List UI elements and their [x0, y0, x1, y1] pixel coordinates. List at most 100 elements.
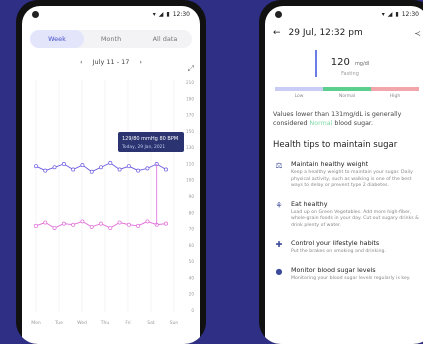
data-point — [52, 226, 57, 230]
x-tick-label: Thu — [100, 320, 110, 326]
range-bar-low — [275, 87, 323, 91]
data-point — [89, 224, 94, 229]
data-point — [71, 222, 76, 227]
tips-title: Health tips to maintain sugar — [273, 140, 398, 150]
prev-arrow-icon[interactable]: ‹ — [80, 58, 83, 66]
y-tick-label: 190 — [186, 96, 194, 101]
data-point — [126, 164, 131, 169]
right-phone: ▾ ◢ ▮ 12:30 ← 29 Jul, 12:32 pm ≺ 120 mg/… — [259, 0, 423, 344]
data-point — [136, 168, 141, 173]
data-point — [34, 164, 38, 169]
range-label-low: Low — [294, 94, 304, 99]
data-point — [80, 163, 85, 168]
tip-item[interactable]: ✚ Control your lifestyle habits Put the … — [273, 239, 421, 256]
data-point — [164, 167, 168, 172]
date-range-selector: ‹ July 11 - 17 › — [22, 58, 200, 66]
data-point — [89, 169, 94, 174]
signal-icon: ◢ — [158, 10, 164, 18]
tip-title: Monitor blood sugar levels — [291, 265, 376, 274]
data-point — [43, 220, 48, 225]
y-tick-label: 110 — [186, 161, 194, 166]
tip-text: Monitoring your blood sugar levels regul… — [291, 275, 411, 281]
range-label-high: High — [389, 94, 401, 99]
pill-icon: ✚ — [275, 240, 283, 249]
data-point — [145, 166, 150, 171]
data-point — [117, 220, 122, 225]
reading-unit: mg/dl — [354, 61, 370, 67]
tip-title: Eat healthy — [291, 199, 328, 208]
data-point — [71, 167, 76, 172]
camera-icon — [275, 10, 282, 18]
range-note-highlight: Normal — [309, 119, 333, 127]
y-tick-label: 210 — [186, 80, 194, 85]
tab-all-data[interactable]: All data — [138, 30, 192, 48]
wifi-icon: ▾ — [152, 10, 156, 18]
data-point — [126, 222, 131, 227]
tip-text: Load up on Green Vegetables. Add more hi… — [291, 209, 419, 228]
share-icon[interactable]: ≺ — [414, 29, 421, 38]
reading-context: Fasting — [341, 71, 359, 77]
battery-icon: ▮ — [395, 10, 399, 18]
right-screen: ▾ ◢ ▮ 12:30 ← 29 Jul, 12:32 pm ≺ 120 mg/… — [265, 6, 423, 344]
tip-title: Maintain healthy weight — [291, 160, 369, 168]
blood-pressure-chart: Mon Tue Wed Thu Fri Sat Sun 210 190 170 150 130 110 1… — [31, 80, 195, 326]
x-tick-label: Wed — [77, 320, 87, 326]
data-point — [43, 168, 48, 173]
tab-month[interactable]: Month — [84, 30, 138, 48]
data-point — [52, 165, 57, 170]
tip-item[interactable]: ⚘ Eat healthy Load up on Green Vegetable… — [273, 200, 421, 230]
status-bar: ▾ ◢ ▮ 12:30 — [22, 6, 200, 22]
x-tick-label: Tue — [54, 320, 63, 326]
y-tick-label: 170 — [186, 113, 194, 118]
range-label-normal: Normal — [338, 94, 356, 99]
data-point — [61, 221, 66, 226]
tip-text: Put the brakes on smoking and drinking. — [291, 249, 386, 254]
y-tick-label: 50 — [189, 259, 195, 264]
range-note: Values lower than 131mg/dL is generally … — [273, 111, 402, 127]
scale-icon: ⚖ — [275, 161, 283, 170]
camera-icon — [32, 10, 39, 18]
data-point — [108, 226, 113, 230]
signal-icon: ◢ — [387, 10, 393, 18]
wifi-icon: ▾ — [381, 10, 385, 18]
back-arrow-icon[interactable]: ← — [273, 28, 281, 38]
range-bar — [275, 87, 419, 91]
data-point — [61, 162, 66, 166]
next-arrow-icon[interactable]: › — [139, 58, 142, 66]
data-point — [145, 219, 150, 224]
x-tick-label: Mon — [31, 320, 41, 326]
y-tick-label: 20 — [189, 292, 195, 297]
tab-week[interactable]: Week — [30, 30, 84, 48]
tooltip-line2: Today, 29 Jan, 2021 — [121, 144, 165, 150]
expand-icon[interactable]: ⤢ — [188, 64, 194, 74]
status-time: 12:30 — [401, 10, 419, 18]
y-tick-label: 60 — [189, 243, 195, 248]
left-phone: ▾ ◢ ▮ 12:30 Week Month All data ‹ July 1… — [16, 0, 206, 344]
range-bar-normal — [323, 87, 371, 91]
range-bar-labels: Low Normal High — [275, 94, 419, 99]
tip-text: Keep a healthy weight to maintain your s… — [291, 170, 413, 188]
date-range-label: July 11 - 17 — [92, 58, 130, 66]
data-point — [99, 165, 103, 170]
tip-title: Control your lifestyle habits — [291, 239, 380, 247]
y-tick-label: 90 — [189, 194, 195, 199]
data-point — [108, 160, 113, 165]
status-time: 12:30 — [172, 10, 190, 18]
detail-header: ← 29 Jul, 12:32 pm ≺ — [265, 22, 423, 38]
left-screen: ▾ ◢ ▮ 12:30 Week Month All data ‹ July 1… — [22, 6, 200, 344]
y-tick-label: 130 — [186, 145, 194, 150]
y-tick-label: 40 — [189, 275, 195, 280]
drop-icon: ● — [275, 266, 283, 276]
y-tick-label: 150 — [186, 129, 194, 134]
y-tick-label: 80 — [189, 210, 195, 215]
range-bar-high — [371, 87, 419, 91]
tip-item[interactable]: ⚖ Maintain healthy weight Keep a healthy… — [273, 160, 421, 190]
battery-icon: ▮ — [166, 10, 170, 18]
data-point — [80, 219, 85, 224]
y-tick-label: 70 — [189, 227, 195, 232]
x-tick-label: Sat — [147, 320, 155, 326]
reading-value: 120 — [330, 57, 350, 68]
tip-item[interactable]: ● Monitor blood sugar levels Monitoring … — [273, 266, 421, 283]
status-bar: ▾ ◢ ▮ 12:30 — [265, 6, 423, 22]
y-tick-label: 100 — [186, 178, 194, 183]
